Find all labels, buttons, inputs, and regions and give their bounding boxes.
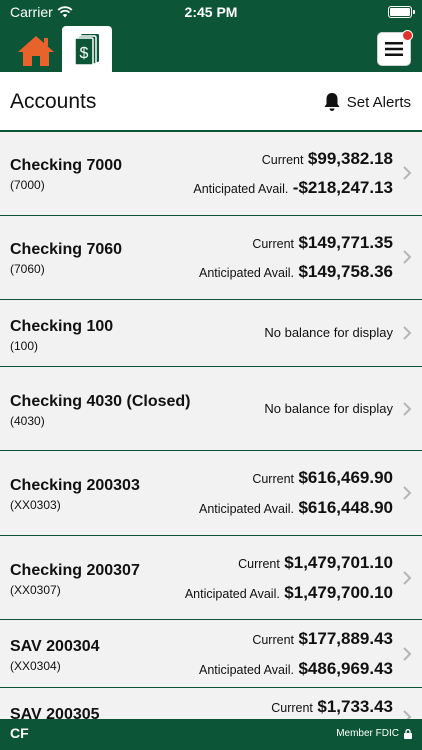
chevron-right-icon bbox=[403, 571, 412, 585]
account-name: Checking 7000 bbox=[10, 157, 123, 174]
account-number: (7000) bbox=[10, 178, 45, 192]
chevron-right-icon bbox=[403, 647, 412, 661]
chevron-right-icon bbox=[403, 326, 412, 340]
current-balance-line: Current $1,733.43 bbox=[271, 697, 393, 717]
member-fdic-label: Member FDIC bbox=[336, 728, 399, 739]
account-number: (XX0304) bbox=[10, 659, 61, 673]
no-balance-text: No balance for display bbox=[264, 325, 393, 340]
bank-logo: CF bbox=[10, 725, 29, 741]
account-name: SAV 200305 bbox=[10, 706, 100, 719]
hamburger-icon bbox=[385, 42, 403, 56]
account-row[interactable]: Checking 7060 (7060) Current $149,771.35… bbox=[0, 216, 422, 300]
account-number: (100) bbox=[10, 339, 39, 353]
account-name: Checking 100 bbox=[10, 318, 114, 335]
money-icon: $ bbox=[74, 34, 99, 66]
current-balance-line: Current $177,889.43 bbox=[252, 629, 393, 649]
account-name: Checking 4030 (Closed) bbox=[10, 393, 191, 410]
anticipated-amount: $149,758.36 bbox=[298, 262, 393, 281]
current-balance-line: Current $149,771.35 bbox=[252, 233, 393, 253]
account-row[interactable]: SAV 200305 Current $1,733.43 bbox=[0, 688, 422, 719]
bell-icon bbox=[324, 93, 340, 111]
home-icon bbox=[18, 36, 54, 66]
clock: 2:45 PM bbox=[184, 4, 238, 20]
current-label: Current bbox=[271, 701, 313, 715]
anticipated-balance-line: Anticipated Avail. $486,969.43 bbox=[199, 659, 393, 679]
menu-button[interactable] bbox=[377, 30, 413, 66]
set-alerts-label: Set Alerts bbox=[346, 93, 411, 111]
current-amount: $616,469.90 bbox=[298, 468, 393, 487]
account-row[interactable]: Checking 200307 (XX0307) Current $1,479,… bbox=[0, 536, 422, 620]
anticipated-balance-line: Anticipated Avail. -$218,247.13 bbox=[193, 178, 393, 198]
anticipated-balance-line: Anticipated Avail. $1,479,700.10 bbox=[185, 583, 393, 603]
current-amount: $99,382.18 bbox=[307, 149, 393, 168]
status-bar: Carrier 2:45 PM bbox=[0, 0, 422, 24]
anticipated-amount: -$218,247.13 bbox=[292, 178, 393, 197]
notification-badge bbox=[402, 30, 413, 41]
anticipated-label: Anticipated Avail. bbox=[199, 663, 294, 677]
current-amount: $177,889.43 bbox=[298, 629, 393, 648]
set-alerts-button[interactable]: Set Alerts bbox=[323, 92, 411, 112]
app-header: $ bbox=[0, 24, 422, 72]
account-name: Checking 200303 bbox=[10, 477, 140, 494]
current-amount: $1,733.43 bbox=[317, 697, 393, 716]
account-number: (XX0307) bbox=[10, 583, 61, 597]
anticipated-label: Anticipated Avail. bbox=[199, 502, 294, 516]
current-balance-line: Current $616,469.90 bbox=[252, 468, 393, 488]
home-tab[interactable] bbox=[12, 30, 60, 72]
current-amount: $1,479,701.10 bbox=[284, 553, 393, 572]
footer: CF Member FDIC bbox=[0, 719, 422, 750]
account-row[interactable]: Checking 7000 (7000) Current $99,382.18 … bbox=[0, 132, 422, 216]
account-number: (XX0303) bbox=[10, 498, 61, 512]
title-bar: Accounts Set Alerts bbox=[0, 72, 422, 132]
current-amount: $149,771.35 bbox=[298, 233, 393, 252]
account-list: Checking 7000 (7000) Current $99,382.18 … bbox=[0, 132, 422, 719]
account-name: Checking 7060 bbox=[10, 241, 123, 258]
lock-icon bbox=[404, 728, 412, 739]
no-balance-text: No balance for display bbox=[264, 401, 393, 416]
account-name: SAV 200304 bbox=[10, 638, 100, 655]
account-name: Checking 200307 bbox=[10, 562, 140, 579]
current-label: Current bbox=[252, 472, 294, 486]
svg-text:$: $ bbox=[80, 45, 89, 62]
account-row[interactable]: Checking 4030 (Closed) (4030) No balance… bbox=[0, 367, 422, 451]
chevron-right-icon bbox=[403, 250, 412, 264]
chevron-right-icon bbox=[403, 486, 412, 500]
account-row[interactable]: SAV 200304 (XX0304) Current $177,889.43 … bbox=[0, 620, 422, 688]
member-fdic: Member FDIC bbox=[336, 728, 412, 739]
account-number: (4030) bbox=[10, 414, 45, 428]
current-balance-line: Current $1,479,701.10 bbox=[238, 553, 393, 573]
chevron-right-icon bbox=[403, 710, 412, 719]
account-row[interactable]: Checking 200303 (XX0303) Current $616,46… bbox=[0, 451, 422, 536]
account-number: (7060) bbox=[10, 262, 45, 276]
chevron-right-icon bbox=[403, 402, 412, 416]
battery-icon bbox=[388, 6, 415, 18]
accounts-tab[interactable]: $ bbox=[62, 26, 112, 72]
account-row[interactable]: Checking 100 (100) No balance for displa… bbox=[0, 300, 422, 367]
anticipated-label: Anticipated Avail. bbox=[184, 587, 280, 601]
anticipated-label: Anticipated Avail. bbox=[193, 182, 289, 196]
anticipated-amount: $486,969.43 bbox=[298, 659, 393, 678]
anticipated-amount: $616,448.90 bbox=[298, 498, 393, 517]
current-label: Current bbox=[261, 153, 304, 167]
anticipated-balance-line: Anticipated Avail. $616,448.90 bbox=[199, 498, 393, 518]
anticipated-balance-line: Anticipated Avail. $149,758.36 bbox=[199, 262, 393, 282]
current-label: Current bbox=[238, 557, 280, 571]
current-balance-line: Current $99,382.18 bbox=[262, 149, 393, 169]
current-label: Current bbox=[252, 237, 294, 251]
chevron-right-icon bbox=[403, 166, 412, 180]
anticipated-amount: $1,479,700.10 bbox=[284, 583, 393, 602]
current-label: Current bbox=[252, 633, 294, 647]
page-title: Accounts bbox=[10, 90, 97, 113]
anticipated-label: Anticipated Avail. bbox=[199, 266, 294, 280]
